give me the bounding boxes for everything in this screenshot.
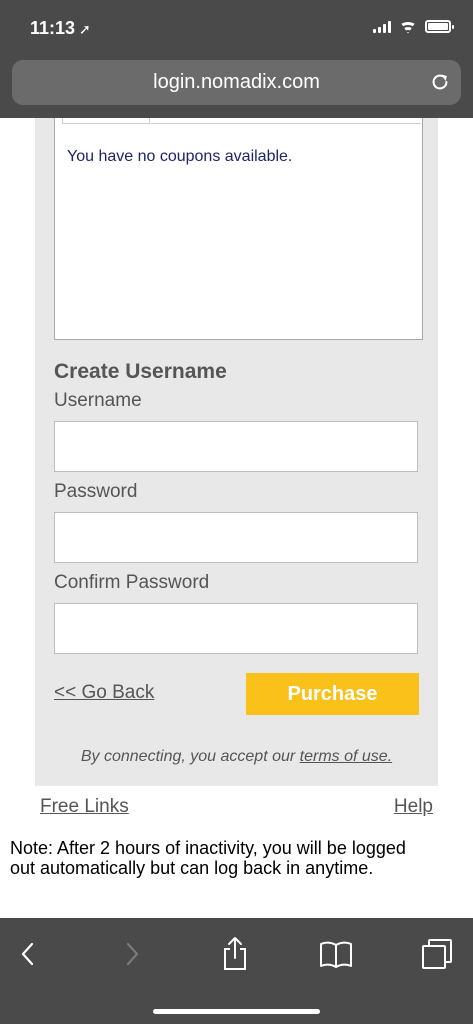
purchase-button[interactable]: Purchase bbox=[246, 673, 419, 715]
username-label: Username bbox=[54, 390, 142, 411]
forward-icon[interactable] bbox=[112, 934, 152, 974]
coupon-tab bbox=[62, 118, 150, 124]
free-links-link[interactable]: Free Links bbox=[40, 796, 129, 818]
browser-top-chrome: 11:13 ➚ login.nomadix.com bbox=[0, 0, 473, 118]
coupon-box: You have no coupons available. bbox=[54, 118, 423, 340]
divider bbox=[151, 123, 421, 124]
wifi-icon bbox=[399, 20, 417, 33]
login-panel: You have no coupons available. Create Us… bbox=[35, 118, 438, 786]
location-arrow-icon: ➚ bbox=[79, 21, 91, 37]
home-indicator[interactable] bbox=[153, 1009, 320, 1014]
no-coupons-message: You have no coupons available. bbox=[67, 148, 293, 165]
status-icons bbox=[373, 20, 454, 33]
inactivity-note: Note: After 2 hours of inactivity, you w… bbox=[10, 838, 406, 878]
section-title: Create Username bbox=[54, 360, 227, 383]
back-icon[interactable] bbox=[8, 934, 48, 974]
terms-prefix: By connecting, you accept our bbox=[80, 748, 300, 765]
username-input[interactable] bbox=[54, 421, 418, 472]
confirm-password-input[interactable] bbox=[54, 603, 418, 654]
terms-notice: By connecting, you accept our terms of u… bbox=[35, 748, 438, 766]
browser-toolbar bbox=[0, 918, 473, 1024]
tabs-icon[interactable] bbox=[417, 934, 457, 974]
reload-icon[interactable] bbox=[429, 71, 451, 93]
password-label: Password bbox=[54, 481, 138, 502]
help-link[interactable]: Help bbox=[394, 796, 433, 818]
time-text: 11:13 bbox=[30, 18, 76, 38]
password-input[interactable] bbox=[54, 512, 418, 563]
cellular-signal-icon bbox=[373, 20, 391, 33]
confirm-password-label: Confirm Password bbox=[54, 572, 210, 593]
url-text: login.nomadix.com bbox=[153, 71, 320, 93]
status-time: 11:13 ➚ bbox=[30, 18, 91, 39]
page-content: You have no coupons available. Create Us… bbox=[0, 118, 473, 918]
address-bar[interactable]: login.nomadix.com bbox=[12, 60, 461, 105]
go-back-link[interactable]: << Go Back bbox=[54, 682, 154, 704]
bookmarks-icon[interactable] bbox=[316, 934, 356, 974]
share-icon[interactable] bbox=[215, 934, 255, 974]
terms-of-use-link[interactable]: terms of use. bbox=[300, 748, 392, 765]
battery-icon bbox=[425, 20, 454, 33]
